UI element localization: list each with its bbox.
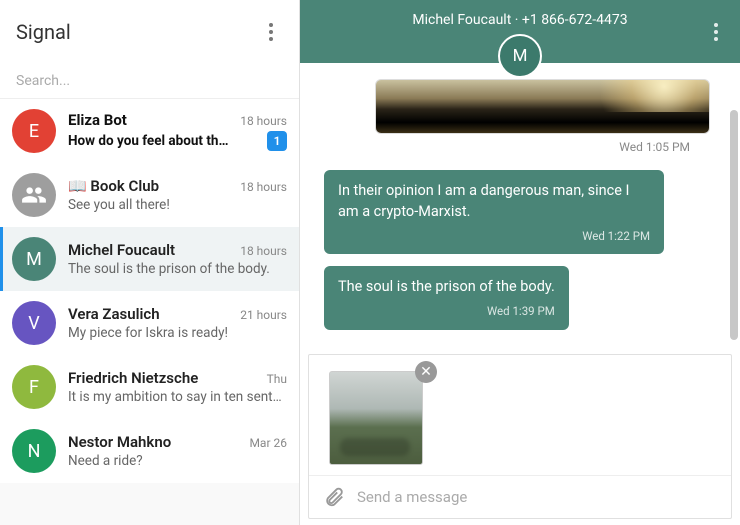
conversation-list[interactable]: E Eliza Bot 18 hours How do you feel about … xyxy=(0,99,299,525)
avatar: M xyxy=(12,237,56,281)
conversation-name: Friedrich Nietzsche xyxy=(68,369,198,387)
incoming-photo-message[interactable] xyxy=(375,79,710,134)
conversation-name: Nestor Mahkno xyxy=(68,433,171,451)
message-timestamp: Wed 1:05 PM xyxy=(619,140,690,154)
remove-attachment-button[interactable]: ✕ xyxy=(415,361,437,383)
conversation-time: 18 hours xyxy=(240,244,287,258)
unread-badge: 1 xyxy=(267,131,287,151)
chat-header: Michel Foucault · +1 866-672-4473 M xyxy=(300,0,740,63)
conversation-time: 18 hours xyxy=(240,114,287,128)
attachment-preview: ✕ xyxy=(309,355,731,475)
composer-input-row xyxy=(309,475,731,518)
message-timestamp: Wed 1:39 PM xyxy=(338,303,555,320)
message-list[interactable]: Wed 1:05 PM In their opinion I am a dang… xyxy=(300,63,740,354)
conversation-item[interactable]: M Michel Foucault 18 hours The soul is the … xyxy=(0,227,299,291)
conversation-name: Vera Zasulich xyxy=(68,305,160,323)
app-title: Signal xyxy=(16,20,71,44)
sidebar: Signal E Eliza Bot 18 hours How do you feel… xyxy=(0,0,300,525)
message-input[interactable] xyxy=(357,488,717,506)
conversation-preview: Need a ride? xyxy=(68,453,143,469)
chat-pane: Michel Foucault · +1 866-672-4473 M Wed … xyxy=(300,0,740,525)
avatar: V xyxy=(12,301,56,345)
conversation-time: Thu xyxy=(267,372,287,386)
conversation-preview: See you all there! xyxy=(68,197,170,213)
conversation-item[interactable]: N Nestor Mahkno Mar 26 Need a ride? xyxy=(0,419,299,483)
close-icon: ✕ xyxy=(420,364,432,380)
chat-title: Michel Foucault · +1 866-672-4473 xyxy=(412,12,627,28)
composer: ✕ xyxy=(308,354,732,519)
outgoing-message[interactable]: In their opinion I am a dangerous man, s… xyxy=(324,170,664,255)
outgoing-message[interactable]: The soul is the prison of the body. Wed … xyxy=(324,266,569,330)
chat-more-options-icon[interactable] xyxy=(704,20,728,44)
message-timestamp: Wed 1:22 PM xyxy=(338,228,650,245)
conversation-preview: How do you feel about th… xyxy=(68,133,228,149)
scrollbar-thumb[interactable] xyxy=(730,110,738,340)
message-text: The soul is the prison of the body. xyxy=(338,278,555,295)
search-input[interactable] xyxy=(16,73,283,89)
conversation-item[interactable]: 📖 Book Club 18 hours See you all there! xyxy=(0,163,299,227)
scrollbar[interactable] xyxy=(730,110,738,370)
conversation-preview: My piece for Iskra is ready! xyxy=(68,325,228,341)
conversation-item[interactable]: V Vera Zasulich 21 hours My piece for Iskra… xyxy=(0,291,299,355)
conversation-name: 📖 Book Club xyxy=(68,177,159,195)
avatar: N xyxy=(12,429,56,473)
search-box[interactable] xyxy=(0,63,299,99)
avatar: F xyxy=(12,365,56,409)
sidebar-header: Signal xyxy=(0,0,299,63)
conversation-name: Eliza Bot xyxy=(68,111,127,129)
conversation-item[interactable]: E Eliza Bot 18 hours How do you feel about … xyxy=(0,99,299,163)
message-text: In their opinion I am a dangerous man, s… xyxy=(338,182,630,220)
conversation-name: Michel Foucault xyxy=(68,241,175,259)
attachment-thumbnail[interactable] xyxy=(329,371,423,465)
conversation-item[interactable]: F Friedrich Nietzsche Thu It is my ambition… xyxy=(0,355,299,419)
conversation-preview: The soul is the prison of the body. xyxy=(68,261,270,277)
more-options-icon[interactable] xyxy=(259,20,283,44)
header-avatar[interactable]: M xyxy=(498,34,542,78)
group-avatar-icon xyxy=(12,173,56,217)
conversation-time: Mar 26 xyxy=(249,436,287,450)
conversation-time: 18 hours xyxy=(240,180,287,194)
attach-icon[interactable] xyxy=(323,486,345,508)
avatar: E xyxy=(12,109,56,153)
conversation-time: 21 hours xyxy=(240,308,287,322)
conversation-preview: It is my ambition to say in ten sent… xyxy=(68,389,282,405)
